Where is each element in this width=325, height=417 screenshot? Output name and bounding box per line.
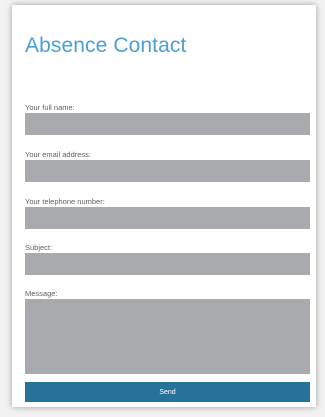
send-button[interactable]: Send xyxy=(25,382,310,402)
form-title: Absence Contact xyxy=(25,34,187,57)
telephone-label: Your telephone number: xyxy=(25,197,105,206)
subject-label: Subject: xyxy=(25,243,53,252)
message-label: Message: xyxy=(25,289,58,298)
email-input[interactable] xyxy=(25,160,310,182)
email-label: Your email address: xyxy=(25,150,92,159)
message-textarea[interactable] xyxy=(25,299,310,374)
subject-input[interactable] xyxy=(25,253,310,275)
contact-form-card: Absence Contact Your full name: Your ema… xyxy=(12,5,316,407)
full-name-input[interactable] xyxy=(25,113,310,135)
full-name-label: Your full name: xyxy=(25,103,75,112)
telephone-input[interactable] xyxy=(25,207,310,229)
